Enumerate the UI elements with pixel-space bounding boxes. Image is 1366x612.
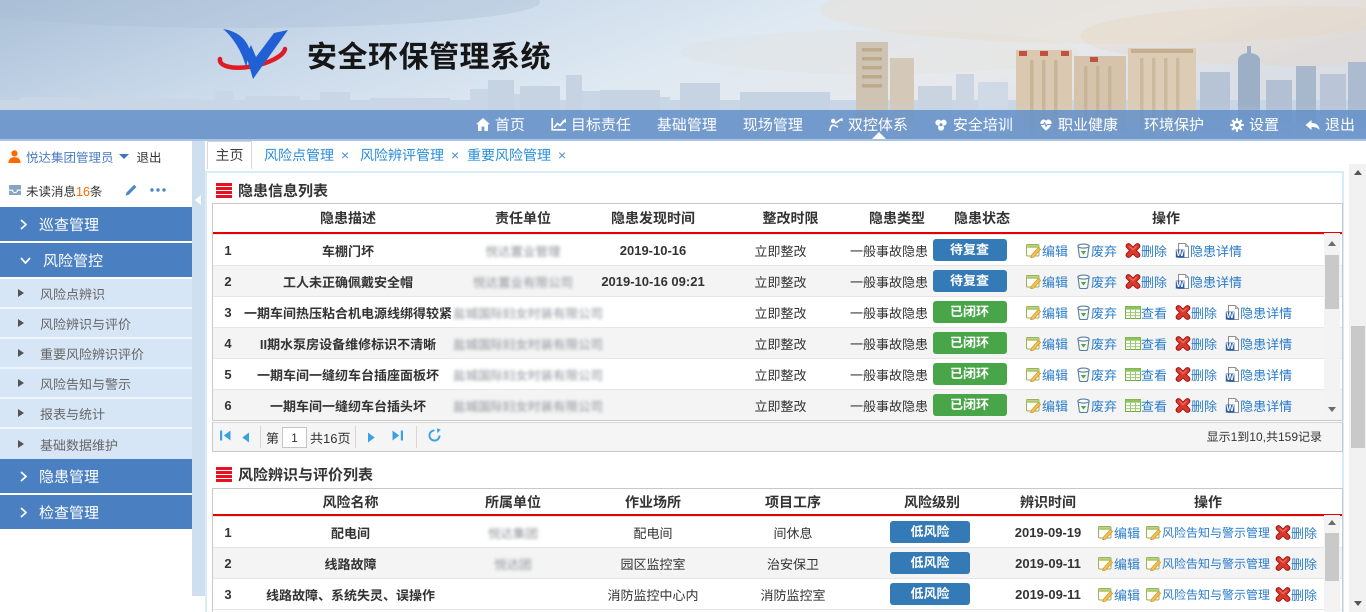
svg-text:W: W xyxy=(1176,249,1184,258)
svg-text:W: W xyxy=(1176,280,1184,289)
svg-text:W: W xyxy=(1226,342,1234,351)
svg-text:W: W xyxy=(1226,311,1234,320)
svg-text:W: W xyxy=(1226,373,1234,382)
svg-text:W: W xyxy=(1226,404,1234,413)
